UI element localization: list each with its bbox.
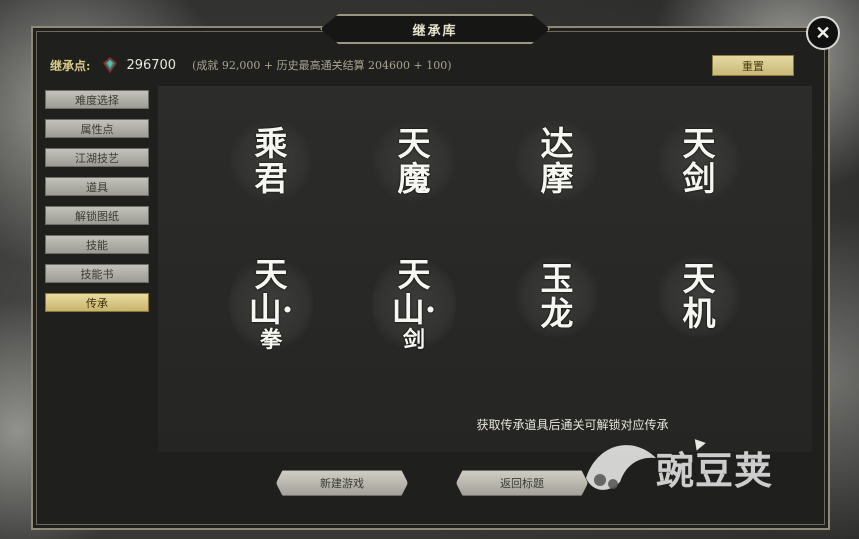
inheritance-char: 剑 bbox=[682, 159, 716, 198]
inheritance-char: 剑 bbox=[402, 327, 425, 353]
inheritance-char: 玉 bbox=[540, 259, 574, 298]
close-x-icon: ✕ bbox=[815, 22, 831, 44]
inheritance-char: 天 bbox=[397, 124, 431, 163]
inheritance-char: 乘 bbox=[254, 124, 288, 163]
sidebar-item-skills[interactable]: 技能 bbox=[45, 235, 149, 254]
inheritance-slot[interactable]: 天 魔 bbox=[372, 119, 456, 203]
sidebar-item-blueprints[interactable]: 解锁图纸 bbox=[45, 206, 149, 225]
inheritance-slot[interactable]: 天 山· 剑 bbox=[372, 254, 456, 354]
inheritance-slot[interactable]: 玉 龙 bbox=[515, 254, 599, 338]
reset-button[interactable]: 重置 bbox=[712, 55, 794, 76]
inheritance-char: 魔 bbox=[397, 159, 431, 198]
inheritance-grid: 乘 君 天 魔 达 摩 天 剑 天 山· 拳 天 山· 剑 玉 龙 天 机 bbox=[158, 86, 812, 452]
new-game-button[interactable]: 新建游戏 bbox=[276, 470, 408, 496]
inheritance-char: 达 bbox=[540, 124, 574, 163]
inheritance-slot[interactable]: 天 山· 拳 bbox=[229, 254, 313, 354]
inheritance-char: 君 bbox=[254, 159, 288, 198]
inheritance-char: 摩 bbox=[540, 159, 574, 198]
sidebar-item-inheritance[interactable]: 传承 bbox=[45, 293, 149, 312]
sidebar-item-crafts[interactable]: 江湖技艺 bbox=[45, 148, 149, 167]
points-detail: (成就 92,000 + 历史最高通关结算 204600 + 100) bbox=[192, 59, 452, 72]
points-value: 296700 bbox=[126, 57, 177, 73]
inheritance-char: 拳 bbox=[259, 327, 282, 353]
inheritance-char: 山· bbox=[391, 290, 437, 329]
sidebar-item-skill-books[interactable]: 技能书 bbox=[45, 264, 149, 283]
inheritance-char: 天 bbox=[397, 255, 431, 294]
close-button[interactable]: ✕ bbox=[806, 16, 840, 50]
back-to-title-button[interactable]: 返回标题 bbox=[456, 470, 588, 496]
points-row: 继承点: 296700 (成就 92,000 + 历史最高通关结算 204600… bbox=[50, 55, 452, 75]
points-label: 继承点: bbox=[50, 58, 91, 73]
sidebar-item-difficulty[interactable]: 难度选择 bbox=[45, 90, 149, 109]
inheritance-char: 天 bbox=[254, 255, 288, 294]
inheritance-slot[interactable]: 天 剑 bbox=[657, 119, 741, 203]
inheritance-slot[interactable]: 天 机 bbox=[657, 254, 741, 338]
inheritance-char: 山· bbox=[248, 290, 294, 329]
window-title: 继承库 bbox=[320, 14, 550, 44]
sidebar-item-attributes[interactable]: 属性点 bbox=[45, 119, 149, 138]
inheritance-char: 天 bbox=[682, 259, 716, 298]
inheritance-char: 龙 bbox=[540, 294, 574, 333]
sidebar-item-items[interactable]: 道具 bbox=[45, 177, 149, 196]
inheritance-char: 机 bbox=[682, 294, 716, 333]
inheritance-char: 天 bbox=[682, 124, 716, 163]
gem-icon bbox=[103, 57, 118, 73]
sidebar-menu: 难度选择 属性点 江湖技艺 道具 解锁图纸 技能 技能书 传承 bbox=[45, 90, 149, 322]
inheritance-slot[interactable]: 达 摩 bbox=[515, 119, 599, 203]
inheritance-slot[interactable]: 乘 君 bbox=[229, 119, 313, 203]
